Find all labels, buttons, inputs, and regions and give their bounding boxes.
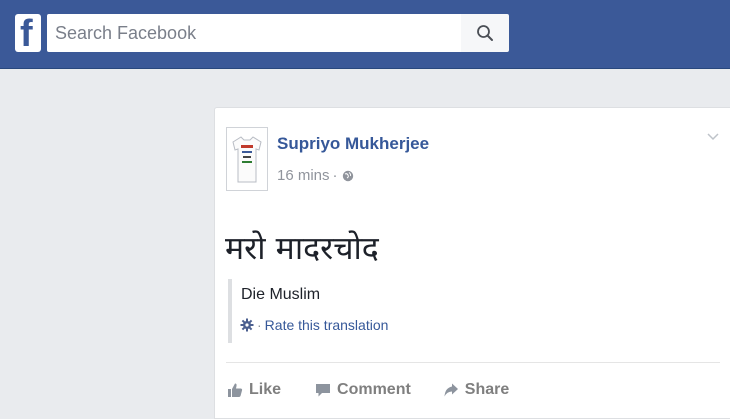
comment-icon [316, 384, 331, 397]
share-button[interactable]: Share [443, 381, 509, 399]
like-button[interactable]: Like [227, 381, 281, 399]
translation-border [228, 279, 232, 343]
share-label: Share [464, 381, 510, 398]
top-navigation-bar: f [0, 0, 730, 69]
translated-text: Die Muslim [241, 286, 321, 303]
rate-translation-link[interactable]: Rate this translation [265, 317, 389, 333]
comment-label: Comment [337, 381, 411, 398]
facebook-logo[interactable]: f [15, 14, 41, 52]
search-button[interactable] [461, 14, 509, 52]
action-divider [226, 362, 720, 363]
search-input[interactable] [47, 14, 461, 52]
post-timestamp[interactable]: 16 mins [277, 167, 330, 184]
avatar-tshirt-image [232, 136, 262, 183]
post-text: मरो मादरचोद [225, 229, 379, 267]
post-actions: Like Comment Share [227, 377, 509, 403]
meta-separator: · [332, 167, 338, 184]
globe-icon[interactable] [342, 170, 354, 182]
facebook-logo-letter: f [20, 14, 33, 52]
share-icon [444, 383, 458, 397]
post-meta: 16 mins · [277, 167, 354, 184]
chevron-down-icon[interactable] [706, 132, 720, 142]
rate-translation-row: · Rate this translation [240, 317, 388, 333]
comment-button[interactable]: Comment [315, 381, 411, 399]
thumbs-up-icon [228, 383, 243, 397]
post-author-name[interactable]: Supriyo Mukherjee [277, 134, 429, 154]
search-icon [477, 25, 493, 41]
like-label: Like [249, 381, 282, 398]
gear-icon[interactable] [240, 318, 254, 332]
rate-separator: · [257, 317, 262, 333]
avatar[interactable] [226, 127, 268, 191]
